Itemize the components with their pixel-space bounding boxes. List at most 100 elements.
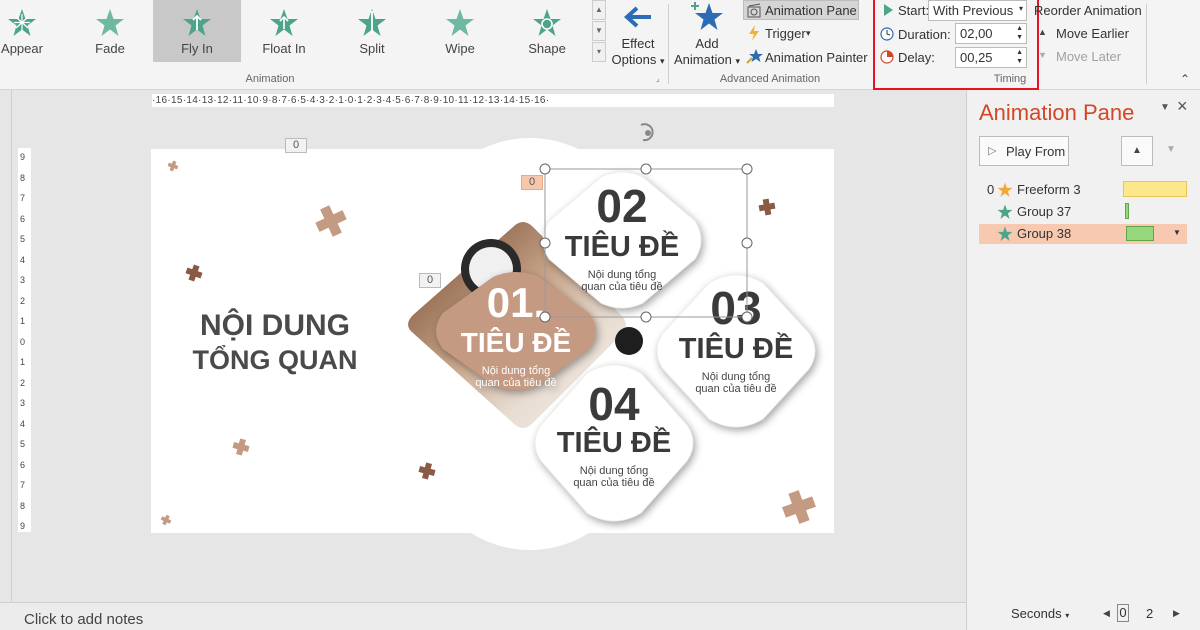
delay-value: 00,25 [960, 50, 993, 65]
duration-spinner[interactable]: 02,00 ▲ ▼ [955, 23, 1027, 44]
notes-area[interactable]: Click to add notes [0, 602, 966, 630]
ruler-tick-label: 4 [20, 254, 26, 265]
timeline-bar[interactable] [1126, 226, 1154, 241]
timeline-right-icon[interactable]: ▶ [1173, 608, 1180, 619]
effect-options-label: Effect [621, 36, 655, 51]
effect-fade[interactable]: Fade [66, 0, 154, 62]
animation-painter-button[interactable]: Animation Painter [745, 47, 869, 67]
animation-item[interactable]: Group 37 [979, 202, 1187, 222]
ruler-tick-label: 8 [20, 172, 26, 183]
star-green-icon [997, 226, 1013, 241]
play-from-button[interactable]: ▷ Play From [979, 136, 1069, 166]
timeline-start: 0 [1117, 604, 1129, 622]
chevron-down-icon: ▾ [1018, 4, 1023, 13]
duration-value: 02,00 [960, 26, 993, 41]
trigger-label: Trigger [765, 26, 806, 41]
effect-fly-in[interactable]: Fly In [153, 0, 241, 62]
spinner-arrows-icon[interactable]: ▲ ▼ [1016, 48, 1023, 66]
ruler-tick-label: 8 [20, 500, 26, 511]
animation-item-name: Freeform 3 [1017, 182, 1081, 197]
effect-shape[interactable]: Shape [503, 0, 591, 62]
add-star-icon [691, 2, 723, 30]
delay-spinner[interactable]: 00,25 ▲ ▼ [955, 47, 1027, 68]
ruler-tick-label: 2 [20, 295, 26, 306]
effect-float-in[interactable]: Float In [240, 0, 328, 62]
separator [1146, 4, 1147, 84]
duration-label: Duration: [898, 27, 951, 42]
seconds-label: Seconds [1011, 606, 1062, 621]
item-menu-caret-icon[interactable]: ▼ [1173, 228, 1181, 237]
slide-thumbnail-strip[interactable] [0, 90, 12, 602]
animation-pane-button[interactable]: Animation Pane [743, 0, 859, 20]
add-animation-button[interactable]: Add Animation ▾ [672, 0, 742, 70]
dialog-launcher-icon[interactable]: ⌟ [656, 74, 660, 83]
triangle-down-icon: ▼ [1038, 50, 1047, 60]
timeline-left-icon[interactable]: ◀ [1103, 608, 1110, 619]
collapse-ribbon-icon[interactable]: ⌃ [1180, 72, 1190, 86]
split-star-icon [358, 9, 386, 36]
animation-pane-icon [747, 3, 761, 18]
triangle-up-icon: ▲ [1038, 27, 1047, 37]
ruler-tick-label: 5 [20, 234, 26, 244]
add-animation-label: Add [695, 36, 719, 51]
animation-tag[interactable]: 0 [521, 175, 543, 190]
effect-wipe[interactable]: Wipe [416, 0, 504, 62]
chevron-down-icon: ▾ [1065, 611, 1070, 620]
animation-item[interactable]: 0 Freeform 3 [979, 180, 1187, 200]
effect-label: Shape [528, 41, 566, 56]
move-up-button[interactable]: ▲ [1121, 136, 1153, 166]
appear-star-icon [8, 9, 36, 36]
effect-options-label-2: Options [611, 52, 657, 67]
pane-options-icon[interactable]: ▼ [1160, 102, 1170, 113]
separator [668, 4, 669, 84]
animation-tag[interactable]: 0 [285, 138, 307, 153]
timing-group-label: Timing [993, 73, 1027, 85]
move-earlier-button[interactable]: ▲ Move Earlier [1038, 26, 1138, 44]
effect-label: Fly In [181, 41, 213, 56]
ruler-tick-label: 3 [20, 275, 26, 285]
effect-split[interactable]: Split [328, 0, 416, 62]
gallery-more[interactable]: ▾ [592, 42, 606, 62]
ruler-tick-label: 0 [20, 336, 26, 347]
ruler-tick-label: 9 [20, 152, 26, 162]
start-value: With Previous [933, 3, 1014, 18]
selection-box[interactable] [151, 123, 834, 533]
animation-item-selected[interactable]: Group 38 ▼ [979, 224, 1187, 244]
animation-pane: Animation Pane ▼ × ▷ Play From ▲ ▼ 0 Fre… [966, 90, 1200, 630]
timeline-bar[interactable] [1123, 181, 1187, 197]
seconds-dropdown[interactable]: Seconds ▾ [1011, 606, 1069, 621]
animation-item-index: 0 [987, 182, 995, 197]
animation-pane-label: Animation Pane [765, 3, 857, 18]
trigger-button[interactable]: Trigger ▾ [745, 24, 835, 44]
ruler-tick-label: 1 [20, 316, 26, 326]
play-icon: ▷ [988, 145, 997, 157]
wipe-star-icon [446, 9, 474, 36]
effect-label: Appear [1, 41, 43, 56]
ruler-tick-label: 4 [20, 418, 26, 429]
start-dropdown[interactable]: With Previous ▾ [928, 0, 1027, 21]
effect-options-button[interactable]: Effect Options ▾ [608, 2, 668, 70]
move-later-button[interactable]: ▼ Move Later [1038, 49, 1138, 67]
effect-label: Split [359, 41, 385, 56]
slide-canvas[interactable]: NỘI DUNG TỔNG QUAN 01. TIÊU ĐỀ Nội dung … [151, 123, 834, 533]
animation-painter-label: Animation Painter [765, 50, 868, 65]
fly-in-star-icon [183, 9, 211, 36]
gallery-scroll-down[interactable]: ▼ [592, 21, 606, 41]
vertical-ruler: 9 8 7 6 5 4 3 2 1 0 1 2 3 4 5 6 7 8 9 [18, 148, 31, 532]
animation-tag[interactable]: 0 [419, 273, 441, 288]
effect-label: Wipe [445, 41, 475, 56]
start-label: Start: [898, 3, 930, 18]
spinner-arrows-icon[interactable]: ▲ ▼ [1016, 24, 1023, 42]
ruler-tick-label: 7 [20, 480, 26, 490]
resize-handle [539, 163, 551, 175]
close-icon[interactable]: × [1177, 96, 1188, 117]
add-animation-caret: ▾ [735, 56, 740, 66]
delay-label: Delay: [898, 50, 935, 65]
reorder-animation-title: Reorder Animation [1034, 3, 1142, 18]
effect-label: Float In [262, 41, 306, 56]
ruler-tick-label: 2 [20, 377, 26, 388]
gallery-scroll-up[interactable]: ▲ [592, 0, 606, 20]
effect-appear[interactable]: Appear [0, 0, 66, 62]
move-down-button[interactable]: ▼ [1155, 136, 1187, 166]
timeline-bar[interactable] [1125, 203, 1129, 219]
